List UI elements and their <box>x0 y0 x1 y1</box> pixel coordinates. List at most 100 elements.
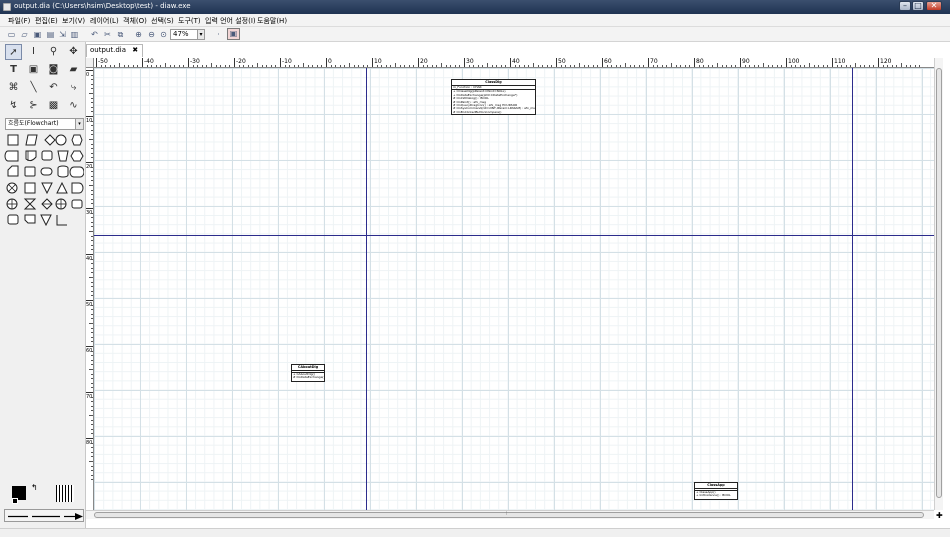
vertical-ruler[interactable]: 0 10 20 30 40 50 60 70 80 <box>86 68 94 510</box>
toolbox-panel: ➚ I ⚲ ✥ T ▣ ◙ ▰ ⌘ ╲ ↶ ⤷ ↯ ⊱ ▩ ∿ 흐름도(Flow… <box>0 42 86 528</box>
ruler-label: 10 <box>374 58 382 65</box>
menu-file[interactable]: 파일(F) <box>8 16 30 26</box>
menu-edit[interactable]: 편집(E) <box>35 16 58 26</box>
ruler-major-tick <box>786 58 787 67</box>
menu-help[interactable]: 도움말(H) <box>257 16 287 26</box>
outline-tool-icon[interactable]: ∿ <box>65 98 82 114</box>
horizontal-scroll-thumb[interactable] <box>94 512 924 518</box>
arrow-style-selector[interactable] <box>4 509 84 522</box>
ruler-major-tick <box>832 58 833 67</box>
zoom-in-icon[interactable]: ⊕ <box>134 30 143 39</box>
arc-tool-icon[interactable]: ↶ <box>45 80 62 96</box>
vertical-scrollbar[interactable] <box>934 58 943 510</box>
sheet-selector[interactable]: 흐름도(Flowchart) ▾ <box>5 118 84 130</box>
uml-operation: + InitInstance() : BOOL <box>696 494 731 498</box>
document-shape-icon <box>25 150 37 162</box>
window-title: output.dia (C:\Users\hsim\Desktop\test) … <box>14 2 191 10</box>
navigate-icon[interactable]: ✚ <box>936 511 943 520</box>
ruler-major-tick <box>878 58 879 67</box>
zoom-input[interactable]: 47% <box>170 29 200 40</box>
horizontal-ruler[interactable]: -50 -40 -30 -20 -10 0 10 20 30 40 50 60 70 80 90 100 110… <box>94 58 934 68</box>
close-tab-icon[interactable]: ✖ <box>132 46 138 54</box>
image-tool-icon[interactable]: ▩ <box>45 98 62 114</box>
ellipse-tool-icon[interactable]: ◙ <box>45 62 62 78</box>
horizontal-scrollbar[interactable]: ⦙ <box>86 510 934 519</box>
polyline-tool-icon[interactable]: ↯ <box>5 98 22 114</box>
default-colors-icon[interactable] <box>12 498 18 504</box>
diagram-canvas[interactable]: ClassDlg m_Function : CHAR + CClassDlg(p… <box>94 68 934 510</box>
save-as-icon[interactable]: ▤ <box>46 30 55 39</box>
ruler-corner <box>86 58 94 68</box>
tab-output-dia[interactable]: output.dia ✖ <box>86 44 144 57</box>
ruler-label: -50 <box>98 58 108 65</box>
magnify-tool-icon[interactable]: ⚲ <box>45 44 62 60</box>
collate-shape-icon <box>23 198 37 210</box>
line-tool-icon[interactable]: ╲ <box>25 80 42 96</box>
menu-view[interactable]: 보기(V) <box>62 16 85 26</box>
ruler-label: 20 <box>420 58 428 65</box>
box-tool-icon[interactable]: ▣ <box>25 62 42 78</box>
swap-colors-icon[interactable]: ↰ <box>31 483 38 492</box>
card-shape-icon <box>7 165 19 177</box>
ruler-major-tick <box>86 300 93 301</box>
ruler-label: 60 <box>604 58 612 65</box>
zoom-fit-icon[interactable]: ⊙ <box>159 30 168 39</box>
ruler-major-tick <box>694 58 695 67</box>
zoom-dropdown-button[interactable]: ▾ <box>197 29 205 40</box>
ruler-label: 110 <box>834 58 846 65</box>
uml-class-classdlg[interactable]: ClassDlg m_Function : CHAR + CClassDlg(p… <box>451 79 536 115</box>
beziergon-tool-icon[interactable]: ⌘ <box>5 80 22 96</box>
select-tool-icon[interactable]: ➚ <box>5 44 22 60</box>
menu-tools[interactable]: 도구(T) <box>178 16 201 26</box>
triangle-shape-icon <box>40 214 52 227</box>
ruler-major-tick <box>234 58 235 67</box>
scroll-tool-icon[interactable]: ✥ <box>65 44 82 60</box>
menu-input-language[interactable]: 입력 언어 설정(I) <box>205 16 256 26</box>
ruler-major-tick <box>96 58 97 67</box>
ruler-major-tick <box>510 58 511 67</box>
save-icon[interactable]: ▣ <box>33 30 42 39</box>
uml-class-classapp[interactable]: ClassApp + ClassApp() + InitInstance() :… <box>694 482 738 500</box>
close-button[interactable]: ✕ <box>926 1 942 11</box>
ruler-label: -20 <box>236 58 246 65</box>
connector-shape-icon <box>55 134 67 146</box>
flowchart-shapes-palette <box>4 134 84 227</box>
annotation-shape-icon <box>56 215 67 226</box>
menu-object[interactable]: 객체(O) <box>123 16 147 26</box>
copy-icon[interactable]: ⧉ <box>116 30 125 39</box>
data-shape-icon <box>25 134 38 146</box>
manual-operation-shape-icon <box>57 150 69 162</box>
uml-attribute: m_Function : CHAR <box>453 86 482 89</box>
predefined-shape-icon <box>24 166 36 177</box>
ruler-major-tick <box>86 208 93 209</box>
terminal-shape-icon <box>40 167 53 176</box>
zoom-out-icon[interactable]: ⊖ <box>147 30 156 39</box>
merge-shape-icon <box>41 182 53 195</box>
line-width-selector[interactable] <box>56 485 74 502</box>
app-icon <box>3 3 11 11</box>
polygon-tool-icon[interactable]: ▰ <box>65 62 82 78</box>
grid-icon[interactable]: ▣ <box>227 28 240 40</box>
menu-select[interactable]: 선택(S) <box>151 16 174 26</box>
export-icon[interactable]: ⇲ <box>58 30 67 39</box>
open-icon[interactable]: ▱ <box>20 30 29 39</box>
bezierline-tool-icon[interactable]: ⊱ <box>25 98 42 114</box>
menu-layer[interactable]: 레이어(L) <box>90 16 119 26</box>
text-tool-icon[interactable]: T <box>5 62 22 78</box>
ruler-label: 90 <box>742 58 750 65</box>
title-bar: output.dia (C:\Users\hsim\Desktop\test) … <box>0 0 950 14</box>
minimize-button[interactable]: – <box>899 1 911 11</box>
cut-icon[interactable]: ✂ <box>103 30 112 39</box>
page-break-vertical <box>366 68 367 510</box>
maximize-button[interactable]: □ <box>912 1 924 11</box>
stored-data-shape-icon <box>4 150 19 162</box>
text-edit-tool-icon[interactable]: I <box>25 44 42 60</box>
vertical-scroll-thumb[interactable] <box>936 68 942 498</box>
uml-class-caboutdlg[interactable]: CAboutDlg + CAboutDlg() # DoDataExchange… <box>291 364 325 382</box>
zigzag-tool-icon[interactable]: ⤷ <box>65 80 82 96</box>
print-icon[interactable]: ▥ <box>70 30 79 39</box>
snap-icon[interactable]: · <box>214 30 223 39</box>
status-bar <box>0 528 950 537</box>
undo-icon[interactable]: ↶ <box>90 30 99 39</box>
new-icon[interactable]: ▭ <box>7 30 16 39</box>
